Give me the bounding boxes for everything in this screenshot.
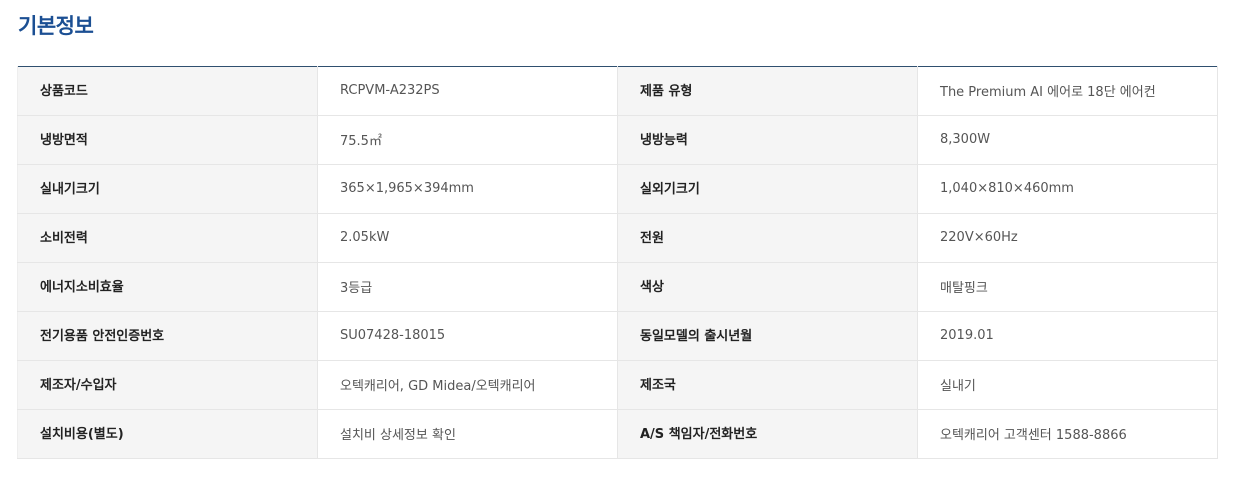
spec-label: 에너지소비효율 xyxy=(17,262,318,312)
spec-label: 색상 xyxy=(617,262,918,312)
table-row: 설치비용(별도) 설치비 상세정보 확인 A/S 책임자/전화번호 오텍캐리어 … xyxy=(17,409,1218,459)
spec-value: 설치비 상세정보 확인 xyxy=(317,409,618,459)
table-row: 소비전력 2.05kW 전원 220V×60Hz xyxy=(17,213,1218,263)
spec-label: 동일모델의 출시년월 xyxy=(617,311,918,361)
spec-value: 3등급 xyxy=(317,262,618,312)
spec-label: A/S 책임자/전화번호 xyxy=(617,409,918,459)
spec-label: 소비전력 xyxy=(17,213,318,263)
spec-value: 8,300W xyxy=(917,115,1218,165)
spec-label: 전기용품 안전인증번호 xyxy=(17,311,318,361)
spec-label: 제조자/수입자 xyxy=(17,360,318,410)
spec-label: 냉방면적 xyxy=(17,115,318,165)
table-row: 전기용품 안전인증번호 SU07428-18015 동일모델의 출시년월 201… xyxy=(17,311,1218,361)
spec-label: 설치비용(별도) xyxy=(17,409,318,459)
spec-label: 실내기크기 xyxy=(17,164,318,214)
spec-value: 1,040×810×460mm xyxy=(917,164,1218,214)
spec-value: 오텍캐리어, GD Midea/오텍캐리어 xyxy=(317,360,618,410)
spec-value: 오텍캐리어 고객센터 1588-8866 xyxy=(917,409,1218,459)
spec-value: RCPVM-A232PS xyxy=(317,66,618,116)
table-row: 실내기크기 365×1,965×394mm 실외기크기 1,040×810×46… xyxy=(17,164,1218,214)
table-row: 에너지소비효율 3등급 색상 매탈핑크 xyxy=(17,262,1218,312)
spec-label: 제품 유형 xyxy=(617,66,918,116)
table-row: 제조자/수입자 오텍캐리어, GD Midea/오텍캐리어 제조국 실내기 xyxy=(17,360,1218,410)
spec-table: 상품코드 RCPVM-A232PS 제품 유형 The Premium AI 에… xyxy=(17,66,1218,459)
section-title: 기본정보 xyxy=(18,14,94,38)
spec-label: 실외기크기 xyxy=(617,164,918,214)
table-row: 냉방면적 75.5㎡ 냉방능력 8,300W xyxy=(17,115,1218,165)
spec-value: 75.5㎡ xyxy=(317,115,618,165)
spec-label: 제조국 xyxy=(617,360,918,410)
spec-value: 실내기 xyxy=(917,360,1218,410)
spec-value: 매탈핑크 xyxy=(917,262,1218,312)
spec-label: 냉방능력 xyxy=(617,115,918,165)
spec-value: 220V×60Hz xyxy=(917,213,1218,263)
spec-value: SU07428-18015 xyxy=(317,311,618,361)
spec-value: 365×1,965×394mm xyxy=(317,164,618,214)
table-row: 상품코드 RCPVM-A232PS 제품 유형 The Premium AI 에… xyxy=(17,66,1218,116)
spec-label: 상품코드 xyxy=(17,66,318,116)
spec-value: The Premium AI 에어로 18단 에어컨 xyxy=(917,66,1218,116)
spec-label: 전원 xyxy=(617,213,918,263)
spec-value: 2019.01 xyxy=(917,311,1218,361)
spec-value: 2.05kW xyxy=(317,213,618,263)
